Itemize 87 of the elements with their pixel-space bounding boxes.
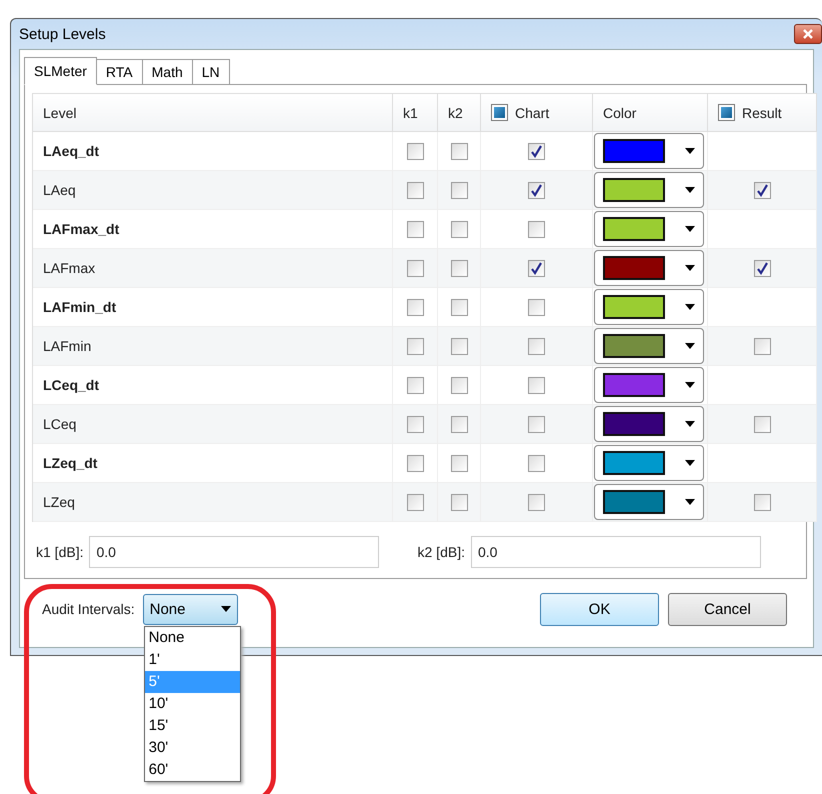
checkbox[interactable]: [528, 142, 545, 160]
checkbox[interactable]: [754, 182, 770, 198]
checkbox[interactable]: [528, 260, 545, 276]
checkbox[interactable]: [528, 298, 545, 316]
checkbox[interactable]: [528, 454, 545, 472]
dropdown-option[interactable]: None: [144, 626, 240, 648]
caret-icon: [685, 187, 695, 193]
column-header-label: k1: [403, 104, 418, 120]
dropdown-option[interactable]: 60': [144, 758, 240, 780]
checkbox[interactable]: [450, 182, 468, 198]
checkbox[interactable]: [754, 494, 770, 510]
caret-icon: [220, 606, 231, 612]
caret-icon: [685, 265, 695, 271]
check-icon: [530, 184, 543, 196]
close-icon: [803, 29, 813, 39]
caret-icon: [685, 148, 695, 154]
checkbox[interactable]: [406, 260, 424, 276]
input-field[interactable]: 0.0: [470, 536, 761, 568]
dialog-button[interactable]: OK: [540, 592, 659, 626]
checkbox[interactable]: [528, 494, 545, 510]
checkbox[interactable]: [754, 416, 770, 432]
column-header-label: Level: [43, 104, 76, 120]
level-name: LAFmax_dt: [43, 221, 120, 237]
level-name: LZeq_dt: [43, 455, 98, 471]
level-name: LCeq_dt: [43, 377, 99, 393]
dropdown-option[interactable]: 1': [144, 648, 240, 670]
checkbox[interactable]: [406, 494, 424, 510]
caret-icon: [685, 343, 695, 349]
checkbox[interactable]: [450, 220, 468, 238]
check-icon: [530, 262, 543, 274]
dropdown-option[interactable]: 15': [144, 714, 240, 736]
checkbox[interactable]: [528, 338, 545, 354]
level-name: LAFmin: [43, 338, 92, 354]
column-header-label: Result: [742, 104, 782, 120]
level-name: LAeq: [43, 182, 76, 198]
checkbox[interactable]: [406, 298, 424, 316]
level-name: LAFmin_dt: [43, 299, 116, 315]
checkbox[interactable]: [406, 338, 424, 354]
column-header-label: Color: [603, 104, 636, 120]
dropdown-option[interactable]: 10': [144, 692, 240, 714]
checkbox[interactable]: [450, 454, 468, 472]
checkbox[interactable]: [406, 220, 424, 238]
dropdown-option[interactable]: 30': [144, 736, 240, 758]
caret-icon: [685, 226, 695, 232]
tab[interactable]: SLMeter: [24, 57, 97, 85]
checkbox[interactable]: [754, 338, 770, 354]
checkbox[interactable]: [754, 260, 770, 276]
caret-icon: [685, 460, 695, 466]
caret-icon: [685, 304, 695, 310]
header-checkbox[interactable]: [718, 104, 735, 121]
checkbox[interactable]: [528, 376, 545, 394]
checkbox[interactable]: [528, 220, 545, 238]
check-icon: [756, 262, 768, 274]
checkbox[interactable]: [406, 182, 424, 198]
checkbox[interactable]: [406, 416, 424, 432]
dialog-button[interactable]: Cancel: [668, 592, 787, 626]
caret-icon: [685, 499, 695, 505]
field-label: k2 [dB]:: [418, 544, 465, 560]
field-label: k1 [dB]:: [36, 544, 84, 560]
level-name: LAeq_dt: [43, 143, 99, 159]
window-title: Setup Levels: [19, 26, 106, 42]
checkbox[interactable]: [450, 338, 468, 354]
level-name: LZeq: [43, 494, 75, 510]
checkbox[interactable]: [528, 182, 545, 198]
level-name: LCeq: [43, 416, 76, 432]
checkbox[interactable]: [528, 416, 545, 432]
level-name: LAFmax: [43, 260, 96, 276]
checkbox[interactable]: [450, 376, 468, 394]
input-field[interactable]: 0.0: [89, 536, 380, 568]
checkbox[interactable]: [450, 298, 468, 316]
checkbox[interactable]: [450, 260, 468, 276]
check-icon: [756, 184, 768, 196]
checkbox[interactable]: [450, 416, 468, 432]
checkbox[interactable]: [406, 142, 424, 160]
checkbox[interactable]: [406, 454, 424, 472]
checkbox[interactable]: [450, 494, 468, 510]
checkbox[interactable]: [406, 376, 424, 394]
column-header-label: Chart: [515, 104, 550, 120]
caret-icon: [685, 382, 695, 388]
caret-icon: [685, 421, 695, 427]
check-icon: [530, 144, 543, 158]
header-checkbox[interactable]: [491, 104, 508, 121]
checkbox[interactable]: [450, 142, 468, 160]
field-label: Audit Intervals:: [42, 601, 135, 617]
column-header-label: k2: [448, 104, 463, 120]
close-button[interactable]: [794, 24, 822, 44]
tab[interactable]: LN: [192, 59, 230, 85]
